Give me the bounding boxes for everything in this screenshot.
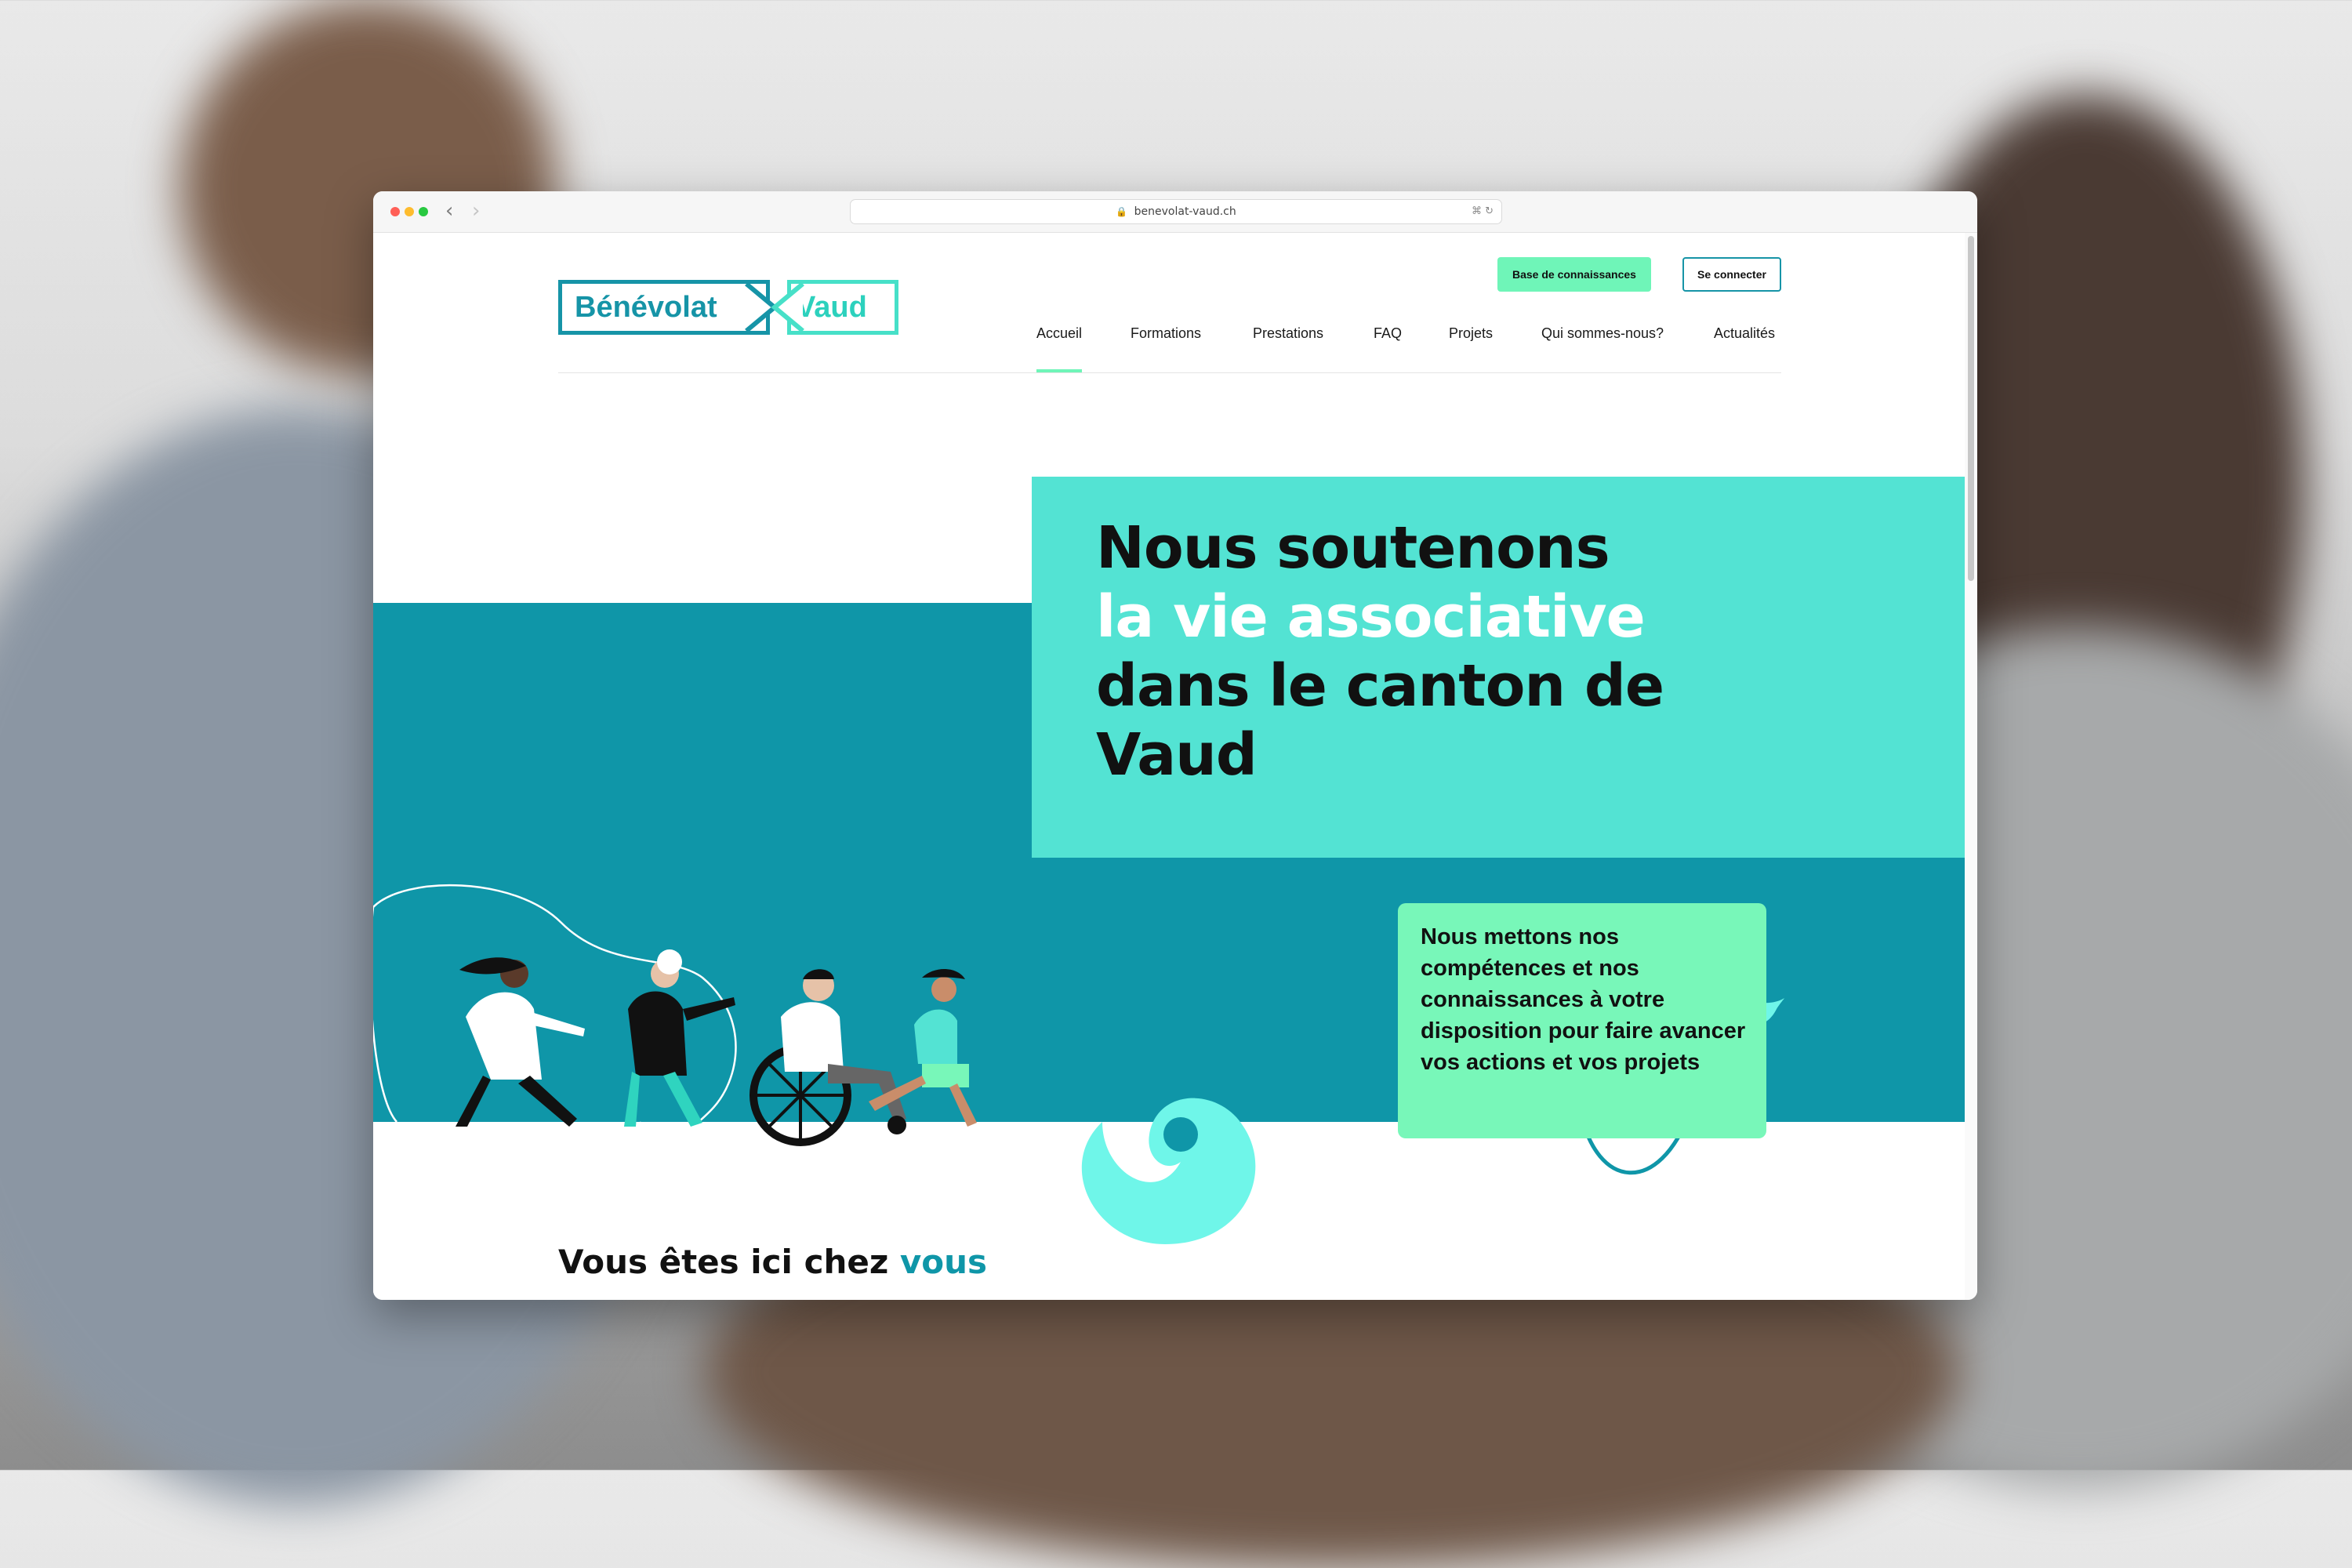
browser-titlebar: ‹ › 🔒 benevolat-vaud.ch ⌘ ↻ bbox=[373, 191, 1977, 233]
back-arrow-icon[interactable]: ‹ bbox=[445, 199, 453, 223]
person-walking-1 bbox=[456, 957, 585, 1127]
hero-title-line-3: dans le canton de bbox=[1096, 652, 1664, 720]
wave-line-lower bbox=[373, 907, 397, 1123]
person-running bbox=[869, 968, 977, 1127]
hero-title-line-4: Vaud bbox=[1096, 721, 1258, 789]
vertical-scrollbar[interactable] bbox=[1965, 233, 1977, 1300]
url-text: benevolat-vaud.ch bbox=[1134, 205, 1236, 218]
section-title-text: Vous êtes ici chez bbox=[558, 1243, 889, 1281]
browser-window: ‹ › 🔒 benevolat-vaud.ch ⌘ ↻ Bénévolat Va… bbox=[373, 191, 1977, 1300]
spiral-shape bbox=[1081, 1098, 1256, 1244]
forward-arrow-icon[interactable]: › bbox=[472, 199, 480, 223]
hero-title: Nous soutenons la vie associative dans l… bbox=[1096, 514, 1880, 789]
close-window-button[interactable] bbox=[390, 207, 400, 216]
hero-title-line-1: Nous soutenons bbox=[1096, 514, 1610, 582]
minimize-window-button[interactable] bbox=[405, 207, 414, 216]
scrollbar-thumb[interactable] bbox=[1968, 236, 1974, 581]
maximize-window-button[interactable] bbox=[419, 207, 428, 216]
info-card-text: Nous mettons nos compétences et nos conn… bbox=[1421, 924, 1746, 1075]
person-wheelchair bbox=[750, 969, 906, 1146]
webpage: Bénévolat Vaud Base de connaissances Se … bbox=[373, 233, 1965, 1300]
spiral-center bbox=[1163, 1117, 1198, 1152]
address-bar[interactable]: 🔒 benevolat-vaud.ch ⌘ ↻ bbox=[850, 199, 1502, 224]
section-title-accent: vous bbox=[899, 1243, 988, 1281]
section-title: Vous êtes ici chez vous bbox=[558, 1243, 987, 1281]
reload-icon[interactable]: ⌘ ↻ bbox=[1472, 200, 1494, 223]
lock-icon: 🔒 bbox=[1116, 206, 1128, 217]
hero-title-line-2: la vie associative bbox=[1096, 583, 1646, 651]
